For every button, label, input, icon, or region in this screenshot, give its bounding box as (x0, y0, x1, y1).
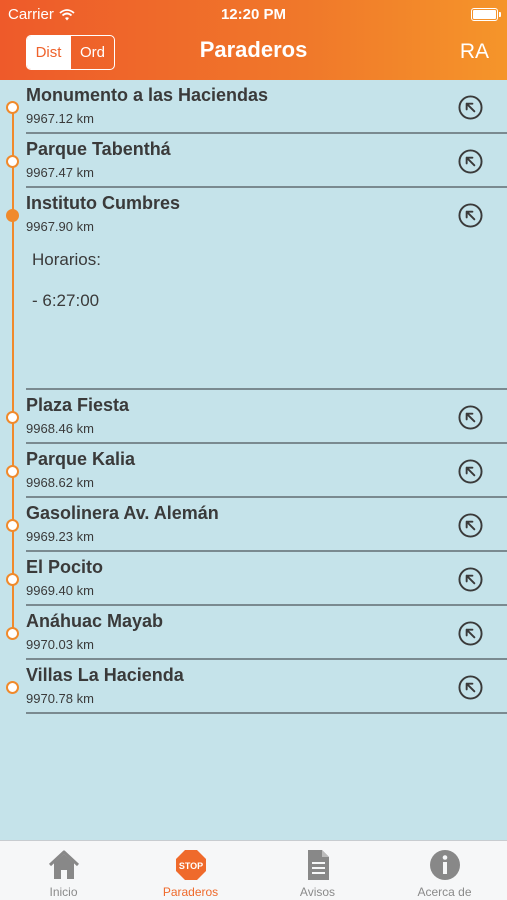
stop-dot (6, 101, 19, 114)
stop-name: Parque Kalia (26, 449, 136, 469)
stop-dot (6, 573, 19, 586)
stop-distance: 9967.90 km (26, 219, 94, 234)
navigate-arrow-icon[interactable] (458, 459, 483, 484)
tab-paraderos[interactable]: STOP Paraderos (127, 841, 254, 900)
header: Carrier 12:20 PM Dist Ord Paraderos RA (0, 0, 507, 80)
stops-list: Monumento a las Haciendas 9967.12 km Par… (0, 80, 507, 714)
navigate-arrow-icon[interactable] (458, 567, 483, 592)
battery-icon (471, 8, 501, 21)
status-bar: Carrier 12:20 PM (0, 0, 507, 28)
tab-label: Acerca de (417, 885, 472, 899)
stop-dot (6, 155, 19, 168)
row-divider (26, 712, 507, 714)
info-icon (430, 850, 460, 880)
stop-dot (6, 681, 19, 694)
status-time: 12:20 PM (220, 6, 287, 23)
navigate-arrow-icon[interactable] (458, 513, 483, 538)
stop-row-expanded[interactable]: Instituto Cumbres 9967.90 km Horarios: -… (0, 188, 507, 390)
stop-sign-icon: STOP (176, 850, 206, 880)
stop-distance: 9967.12 km (26, 111, 94, 126)
navigate-arrow-icon[interactable] (458, 405, 483, 430)
home-icon (48, 850, 80, 879)
stop-distance: 9967.47 km (26, 165, 94, 180)
stop-row[interactable]: Plaza Fiesta 9968.46 km (0, 390, 507, 444)
stop-row[interactable]: Monumento a las Haciendas 9967.12 km (0, 80, 507, 134)
stop-row[interactable]: Gasolinera Av. Alemán 9969.23 km (0, 498, 507, 552)
stop-dot (6, 627, 19, 640)
stop-name: Monumento a las Haciendas (26, 85, 269, 105)
stop-name: Parque Tabenthá (26, 139, 171, 159)
schedule-label: Horarios: (32, 250, 101, 269)
tab-label: Avisos (299, 885, 336, 899)
tab-label: Inicio (49, 885, 78, 899)
stop-distance: 9968.46 km (26, 421, 94, 436)
tab-inicio[interactable]: Inicio (0, 841, 127, 900)
stop-dot (6, 411, 19, 424)
stop-dot (6, 519, 19, 532)
tab-label: Paraderos (162, 885, 219, 899)
navigate-arrow-icon[interactable] (458, 203, 483, 228)
navigate-arrow-icon[interactable] (458, 675, 483, 700)
stop-name: Instituto Cumbres (26, 193, 181, 213)
tab-bar: Inicio STOP Paraderos Avisos Acerca de (0, 840, 507, 900)
page-title: Paraderos (199, 37, 308, 62)
stop-distance: 9969.40 km (26, 583, 94, 598)
schedule-time: - 6:27:00 (32, 291, 100, 310)
stop-dot (6, 465, 19, 478)
stop-name: Villas La Hacienda (26, 665, 184, 685)
document-icon (308, 850, 329, 880)
stop-distance: 9970.78 km (26, 691, 94, 706)
stop-name: Plaza Fiesta (26, 395, 130, 415)
stop-distance: 9970.03 km (26, 637, 94, 652)
stop-distance: 9968.62 km (26, 475, 94, 490)
stop-row[interactable]: Parque Kalia 9968.62 km (0, 444, 507, 498)
stop-row[interactable]: Parque Tabenthá 9967.47 km (0, 134, 507, 188)
navigate-arrow-icon[interactable] (458, 149, 483, 174)
stop-name: Gasolinera Av. Alemán (26, 503, 219, 523)
stop-row[interactable]: Anáhuac Mayab 9970.03 km (0, 606, 507, 660)
navigate-arrow-icon[interactable] (458, 95, 483, 120)
stop-name: Anáhuac Mayab (26, 611, 164, 631)
stop-dot-selected (6, 209, 19, 222)
stop-row[interactable]: Villas La Hacienda 9970.78 km (0, 660, 507, 714)
svg-text:STOP: STOP (179, 861, 203, 871)
navigate-arrow-icon[interactable] (458, 621, 483, 646)
stop-name: El Pocito (26, 557, 104, 577)
tab-acerca-de[interactable]: Acerca de (381, 841, 507, 900)
stop-distance: 9969.23 km (26, 529, 94, 544)
tab-avisos[interactable]: Avisos (254, 841, 381, 900)
ra-button[interactable]: RA (460, 40, 489, 64)
stop-row[interactable]: El Pocito 9969.40 km (0, 552, 507, 606)
